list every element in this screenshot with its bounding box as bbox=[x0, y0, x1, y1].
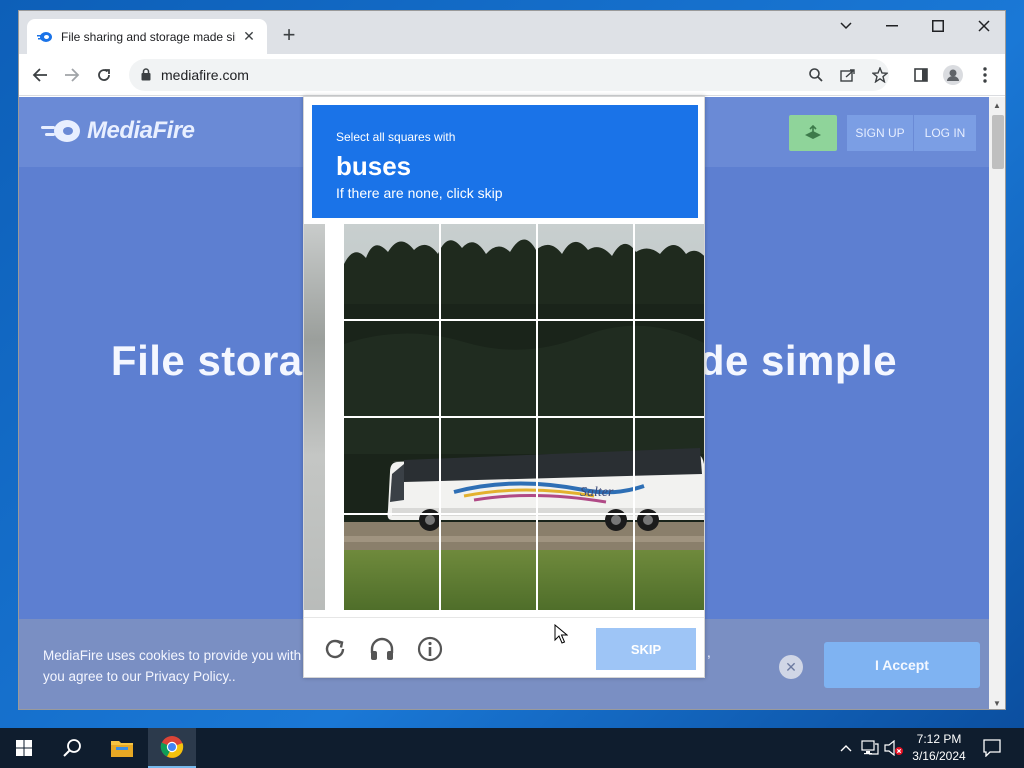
captcha-challenge: Select all squares with buses If there a… bbox=[303, 96, 705, 678]
captcha-tile[interactable] bbox=[344, 418, 441, 515]
side-panel-icon[interactable] bbox=[911, 65, 931, 85]
network-icon[interactable] bbox=[860, 738, 880, 758]
file-explorer-icon[interactable] bbox=[98, 728, 146, 768]
captcha-footer: SKIP bbox=[304, 617, 704, 677]
captcha-hint: If there are none, click skip bbox=[336, 185, 503, 201]
captcha-tile[interactable] bbox=[635, 418, 704, 515]
refresh-icon[interactable] bbox=[322, 636, 348, 662]
back-arrow-icon[interactable] bbox=[27, 62, 53, 88]
new-tab-button[interactable]: + bbox=[277, 24, 301, 48]
upload-button[interactable] bbox=[789, 115, 837, 151]
log-in-button[interactable]: LOG IN bbox=[914, 115, 976, 151]
headphones-icon[interactable] bbox=[369, 636, 395, 662]
accept-cookies-button[interactable]: I Accept bbox=[824, 642, 980, 688]
close-window-icon[interactable] bbox=[961, 11, 1005, 41]
captcha-image-area: Salter bbox=[304, 224, 704, 610]
captcha-tile[interactable] bbox=[344, 515, 441, 610]
tab-strip: File sharing and storage made simple ✕ + bbox=[19, 11, 1005, 54]
lock-icon[interactable] bbox=[141, 68, 151, 86]
reload-icon[interactable] bbox=[91, 62, 117, 88]
share-icon[interactable] bbox=[839, 66, 857, 84]
scroll-down-arrow-icon[interactable]: ▼ bbox=[993, 699, 1001, 708]
volume-muted-icon[interactable] bbox=[884, 738, 904, 758]
captcha-target-word: buses bbox=[336, 151, 412, 181]
chrome-icon[interactable] bbox=[148, 728, 196, 768]
captcha-prompt: Select all squares with buses If there a… bbox=[312, 105, 698, 218]
adjacent-image-sliver bbox=[304, 224, 325, 610]
skip-button[interactable]: SKIP bbox=[596, 628, 696, 670]
page-scrollbar[interactable]: ▲ ▼ bbox=[989, 97, 1005, 709]
system-clock[interactable]: 7:12 PM 3/16/2024 bbox=[905, 731, 973, 765]
captcha-tile[interactable] bbox=[441, 515, 538, 610]
captcha-tile[interactable] bbox=[538, 418, 635, 515]
logo-text: MediaFire bbox=[87, 117, 195, 144]
mouse-cursor-icon bbox=[554, 623, 569, 649]
captcha-tile[interactable] bbox=[441, 224, 538, 321]
captcha-tile[interactable] bbox=[344, 224, 441, 321]
forward-arrow-icon[interactable] bbox=[59, 62, 85, 88]
kebab-menu-icon[interactable] bbox=[975, 65, 995, 85]
hero-left-text: File storag bbox=[110, 337, 329, 384]
address-bar[interactable]: mediafire.com bbox=[129, 59, 889, 91]
windows-taskbar: 7:12 PM 3/16/2024 bbox=[0, 728, 1024, 768]
captcha-tile[interactable] bbox=[344, 321, 441, 418]
captcha-tile[interactable] bbox=[538, 321, 635, 418]
scroll-up-arrow-icon[interactable]: ▲ bbox=[993, 101, 1001, 110]
captcha-tile[interactable] bbox=[538, 224, 635, 321]
mediafire-flame-icon bbox=[37, 29, 53, 45]
tab-mediafire[interactable]: File sharing and storage made simple ✕ bbox=[27, 19, 267, 54]
mediafire-flame-icon bbox=[41, 120, 80, 142]
start-icon[interactable] bbox=[0, 728, 48, 768]
clock-date: 3/16/2024 bbox=[912, 749, 966, 763]
search-icon[interactable] bbox=[48, 728, 96, 768]
hero-right-text: de simple bbox=[698, 337, 898, 384]
bookmark-star-icon[interactable] bbox=[871, 66, 889, 84]
scroll-thumb[interactable] bbox=[992, 115, 1004, 169]
cookie-trailing-text: , bbox=[707, 645, 711, 660]
tab-title: File sharing and storage made simple bbox=[61, 29, 236, 44]
mediafire-logo[interactable]: MediaFire bbox=[41, 117, 195, 145]
captcha-tile[interactable] bbox=[635, 224, 704, 321]
tab-close-icon[interactable]: ✕ bbox=[241, 28, 257, 45]
sign-up-button[interactable]: SIGN UP bbox=[847, 115, 913, 151]
minimize-icon[interactable] bbox=[869, 11, 915, 41]
upload-icon bbox=[805, 125, 821, 139]
profile-avatar-icon[interactable] bbox=[943, 65, 963, 85]
info-icon[interactable] bbox=[417, 636, 443, 662]
url-text: mediafire.com bbox=[161, 67, 249, 83]
zoom-search-icon[interactable] bbox=[807, 66, 825, 84]
notifications-icon[interactable] bbox=[982, 738, 1002, 758]
maximize-icon[interactable] bbox=[915, 11, 961, 41]
tab-search-chevron-icon[interactable] bbox=[823, 11, 869, 41]
bus-photo: Salter bbox=[344, 224, 704, 610]
browser-toolbar: mediafire.com bbox=[19, 54, 1005, 96]
cookie-close-icon[interactable]: ✕ bbox=[779, 655, 803, 679]
captcha-tile[interactable] bbox=[538, 515, 635, 610]
captcha-tile[interactable] bbox=[441, 321, 538, 418]
captcha-tile[interactable] bbox=[635, 321, 704, 418]
captcha-tile[interactable] bbox=[441, 418, 538, 515]
show-hidden-icons-chevron-icon[interactable] bbox=[836, 738, 856, 758]
clock-time: 7:12 PM bbox=[916, 732, 962, 746]
captcha-instruction: Select all squares with bbox=[336, 130, 456, 144]
captcha-tile[interactable] bbox=[635, 515, 704, 610]
